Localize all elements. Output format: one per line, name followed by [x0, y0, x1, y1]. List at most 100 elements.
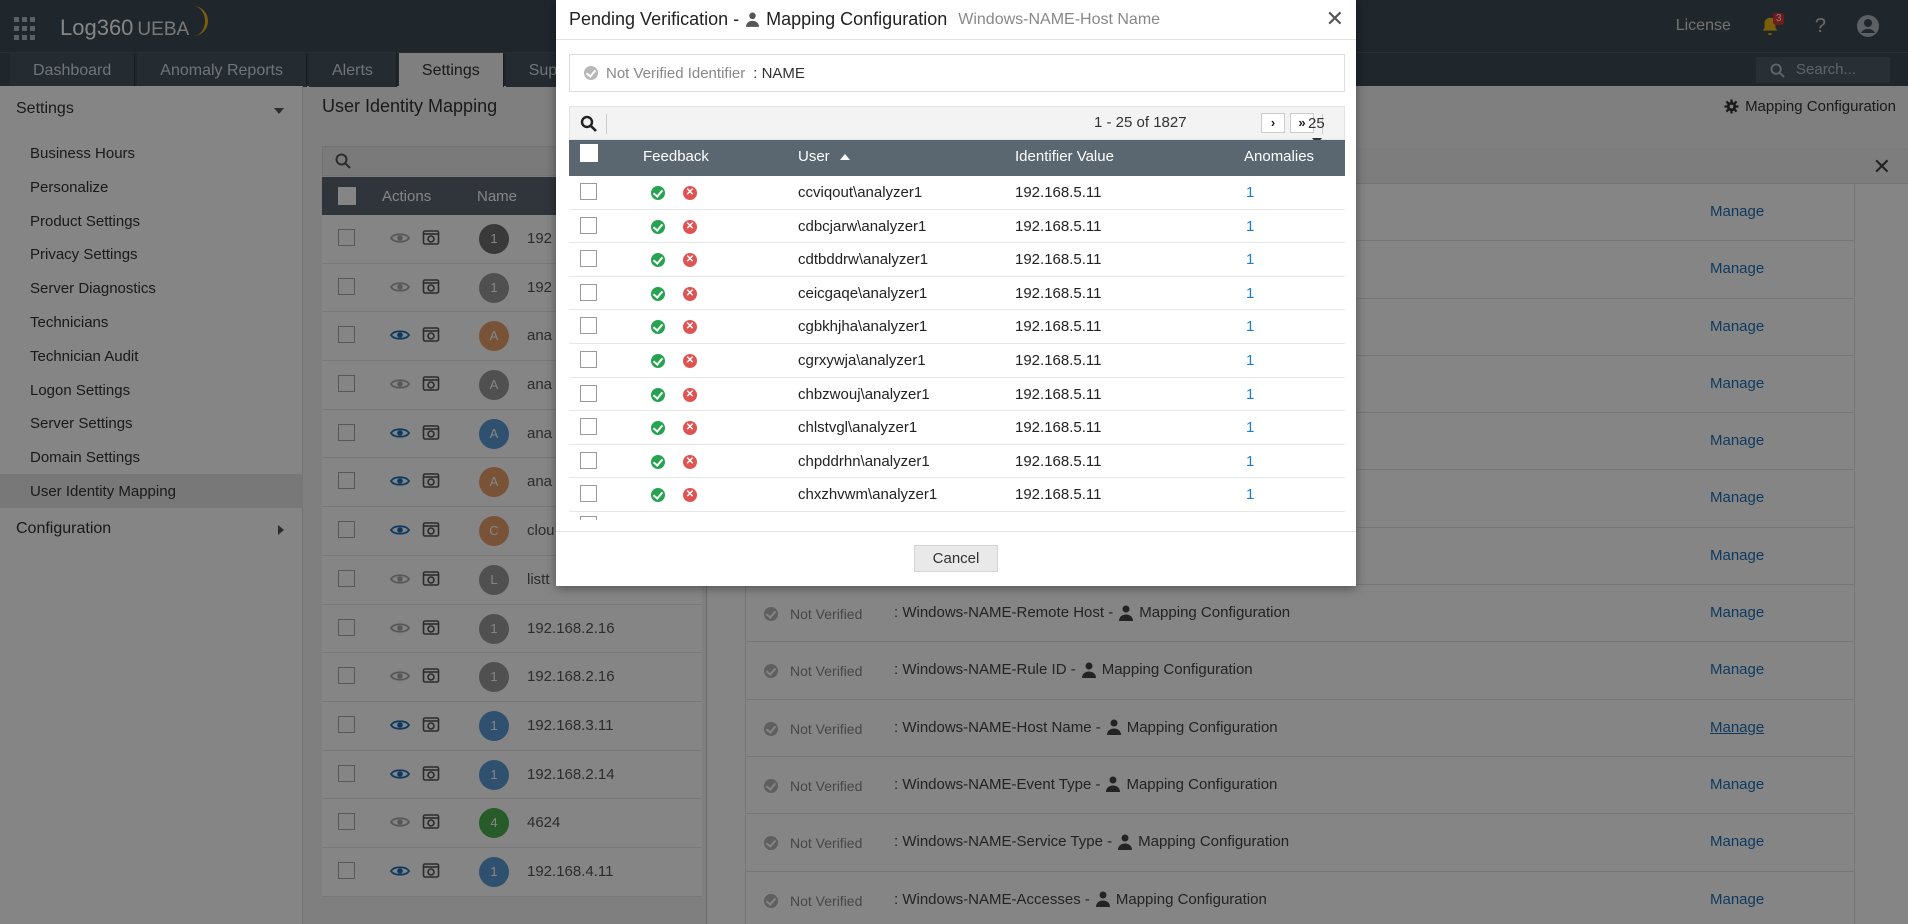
- toolbar-divider: [606, 114, 607, 134]
- row-checkbox[interactable]: [580, 418, 597, 436]
- table-row: ✕ chlstvgl\analyzer1 192.168.5.11 1: [569, 411, 1345, 445]
- dialog-footer: Cancel: [556, 531, 1356, 586]
- identifier-value-cell: 192.168.5.11: [1015, 217, 1102, 235]
- table-row: ✕ chxzhvwm\analyzer1 192.168.5.11 1: [569, 478, 1345, 512]
- anomalies-link[interactable]: 1: [1246, 486, 1254, 503]
- anomalies-link[interactable]: 1: [1246, 386, 1254, 403]
- table-row: ✕ chpddrhn\analyzer1 192.168.5.11 1: [569, 445, 1345, 479]
- row-checkbox[interactable]: [580, 283, 597, 301]
- user-cell: chpddrhn\analyzer1: [798, 452, 930, 470]
- reject-icon[interactable]: ✕: [683, 219, 697, 234]
- column-anomalies[interactable]: Anomalies: [1244, 148, 1314, 165]
- identifier-value-cell: 192.168.5.11: [1015, 251, 1102, 269]
- anomalies-link[interactable]: 1: [1246, 184, 1254, 201]
- dialog-title: Pending Verification - Mapping Configura…: [569, 9, 1160, 30]
- identifier-value-cell: 192.168.5.11: [1015, 385, 1102, 403]
- user-cell: chxzhvwm\analyzer1: [798, 486, 938, 504]
- not-verified-icon: [584, 66, 598, 80]
- identifier-value-cell: 192.168.5.11: [1015, 351, 1102, 369]
- page-size-value: 25: [1308, 115, 1325, 132]
- reject-icon[interactable]: ✕: [683, 454, 697, 469]
- identifier-value-cell: 192.168.5.11: [1015, 284, 1102, 302]
- dialog-subtitle: Windows-NAME-Host Name: [958, 10, 1161, 28]
- approve-icon[interactable]: [651, 219, 665, 234]
- row-checkbox[interactable]: [580, 384, 597, 402]
- reject-icon[interactable]: ✕: [683, 320, 697, 335]
- identifier-value-cell: 192.168.5.11: [1015, 452, 1102, 470]
- close-icon[interactable]: ✕: [1326, 6, 1344, 32]
- table-toolbar: 1 - 25 of 1827 › » 25: [569, 106, 1345, 145]
- identifier-value-cell: 192.168.5.11: [1015, 486, 1102, 504]
- table-row: ✕ ceicgaqe\analyzer1 192.168.5.11 1: [569, 277, 1345, 311]
- table-row: ✕ chbzwouj\analyzer1 192.168.5.11 1: [569, 378, 1345, 412]
- table-row: ✕ cgrxywja\analyzer1 192.168.5.11 1: [569, 344, 1345, 378]
- reject-icon[interactable]: ✕: [683, 353, 697, 368]
- approve-icon[interactable]: [651, 421, 665, 436]
- anomalies-link[interactable]: 1: [1246, 218, 1254, 235]
- row-checkbox[interactable]: [580, 250, 597, 268]
- column-identifier-value[interactable]: Identifier Value: [1015, 148, 1114, 165]
- anomalies-link[interactable]: 1: [1246, 318, 1254, 335]
- row-checkbox[interactable]: [580, 515, 597, 520]
- row-checkbox[interactable]: [580, 183, 597, 200]
- user-cell: chlstvgl\analyzer1: [798, 419, 918, 437]
- user-cell: cdtbddrw\analyzer1: [798, 251, 929, 269]
- reject-icon[interactable]: ✕: [683, 253, 697, 268]
- identifier-info: Not Verified Identifier : NAME: [569, 54, 1345, 92]
- table-row: [569, 512, 1345, 520]
- approve-icon[interactable]: [651, 353, 665, 368]
- user-table-body: ✕ ccviqout\analyzer1 192.168.5.11 1 ✕ cdbcjar…: [569, 176, 1345, 520]
- approve-icon[interactable]: [651, 387, 665, 402]
- reject-icon[interactable]: ✕: [683, 488, 697, 503]
- approve-icon[interactable]: [651, 320, 665, 335]
- row-checkbox[interactable]: [580, 451, 597, 469]
- select-all-checkbox[interactable]: [580, 144, 598, 162]
- approve-icon[interactable]: [651, 286, 665, 301]
- approve-icon[interactable]: [651, 253, 665, 268]
- user-cell: ceicgaqe\analyzer1: [798, 284, 928, 302]
- table-header: Feedback User Identifier Value Anomalies: [569, 140, 1345, 176]
- cancel-button[interactable]: Cancel: [914, 545, 998, 572]
- anomalies-link[interactable]: 1: [1246, 453, 1254, 470]
- sort-ascending-icon: [839, 154, 850, 161]
- approve-icon[interactable]: [651, 454, 665, 469]
- anomalies-link[interactable]: 1: [1246, 251, 1254, 268]
- table-row: ✕ ccviqout\analyzer1 192.168.5.11 1: [569, 176, 1345, 210]
- identifier-value: : NAME: [753, 64, 805, 82]
- column-user[interactable]: User: [798, 148, 850, 165]
- reject-icon[interactable]: ✕: [683, 387, 697, 402]
- identifier-label: Not Verified Identifier: [606, 64, 746, 82]
- table-row: ✕ cdbcjarw\analyzer1 192.168.5.11 1: [569, 210, 1345, 244]
- row-checkbox[interactable]: [580, 317, 597, 335]
- identifier-value-cell: 192.168.5.11: [1015, 318, 1102, 336]
- approve-icon[interactable]: [651, 488, 665, 503]
- search-icon[interactable]: [580, 115, 598, 133]
- reject-icon[interactable]: ✕: [683, 421, 697, 436]
- person-icon: [746, 12, 760, 27]
- user-cell: cgbkhjha\analyzer1: [798, 318, 928, 336]
- pending-verification-dialog: Pending Verification - Mapping Configura…: [556, 0, 1356, 586]
- reject-icon[interactable]: ✕: [683, 186, 697, 200]
- row-checkbox[interactable]: [580, 485, 597, 503]
- dialog-title-config: Mapping Configuration: [766, 9, 948, 29]
- reject-icon[interactable]: ✕: [683, 286, 697, 301]
- user-cell: cdbcjarw\analyzer1: [798, 217, 927, 235]
- pagination-range: 1 - 25 of 1827: [1094, 114, 1187, 131]
- column-user-label: User: [798, 148, 830, 165]
- user-cell: chbzwouj\analyzer1: [798, 385, 930, 403]
- dialog-title-text: Pending Verification -: [569, 9, 740, 29]
- next-page-button[interactable]: ›: [1261, 113, 1285, 133]
- user-cell: cgrxywja\analyzer1: [798, 351, 926, 369]
- table-row: ✕ cdtbddrw\analyzer1 192.168.5.11 1: [569, 243, 1345, 277]
- table-row: ✕ cgbkhjha\analyzer1 192.168.5.11 1: [569, 310, 1345, 344]
- identifier-value-cell: 192.168.5.11: [1015, 419, 1102, 437]
- row-checkbox[interactable]: [580, 216, 597, 234]
- row-checkbox[interactable]: [580, 350, 597, 368]
- approve-icon[interactable]: [651, 186, 665, 200]
- user-cell: ccviqout\analyzer1: [798, 184, 923, 201]
- column-feedback: Feedback: [643, 148, 709, 165]
- anomalies-link[interactable]: 1: [1246, 419, 1254, 436]
- anomalies-link[interactable]: 1: [1246, 285, 1254, 302]
- anomalies-link[interactable]: 1: [1246, 352, 1254, 369]
- identifier-value-cell: 192.168.5.11: [1015, 184, 1102, 201]
